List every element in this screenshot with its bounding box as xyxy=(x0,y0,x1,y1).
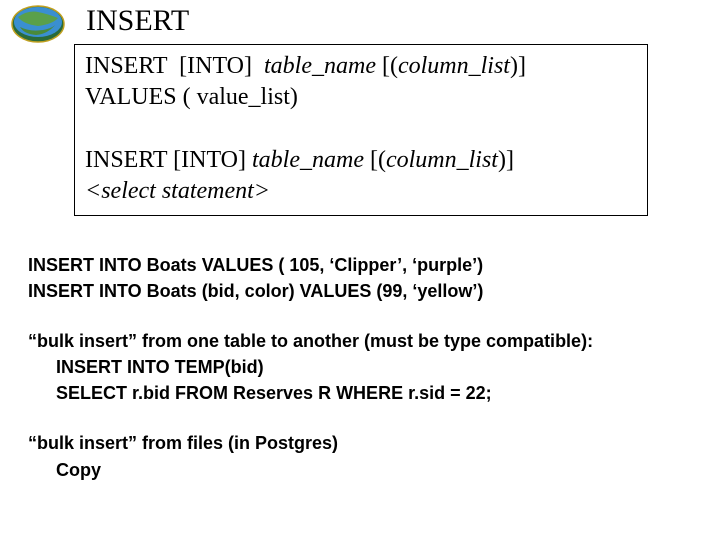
bulk-insert-1-intro: “bulk insert” from one table to another … xyxy=(28,328,688,354)
syntax-blank xyxy=(85,113,637,144)
syntax-line-3: INSERT [INTO] table_name [(column_list)] xyxy=(85,145,637,176)
bulk-insert-1-line-1: INSERT INTO TEMP(bid) xyxy=(28,354,688,380)
bulk-insert-2-intro: “bulk insert” from files (in Postgres) xyxy=(28,430,688,456)
bulk-insert-2-line-1: Copy xyxy=(28,457,688,483)
bulk-insert-1-line-2: SELECT r.bid FROM Reserves R WHERE r.sid… xyxy=(28,380,688,406)
syntax-line-2: VALUES ( value_list) xyxy=(85,82,637,113)
syntax-line-1: INSERT [INTO] table_name [(column_list)] xyxy=(85,51,637,82)
slide-title: INSERT xyxy=(86,4,189,38)
globe-icon xyxy=(8,2,68,46)
body-content: INSERT INTO Boats VALUES ( 105, ‘Clipper… xyxy=(28,252,688,483)
example-1: INSERT INTO Boats VALUES ( 105, ‘Clipper… xyxy=(28,252,688,278)
syntax-box: INSERT [INTO] table_name [(column_list)]… xyxy=(74,44,648,216)
example-2: INSERT INTO Boats (bid, color) VALUES (9… xyxy=(28,278,688,304)
syntax-line-4: <select statement> xyxy=(85,176,637,207)
